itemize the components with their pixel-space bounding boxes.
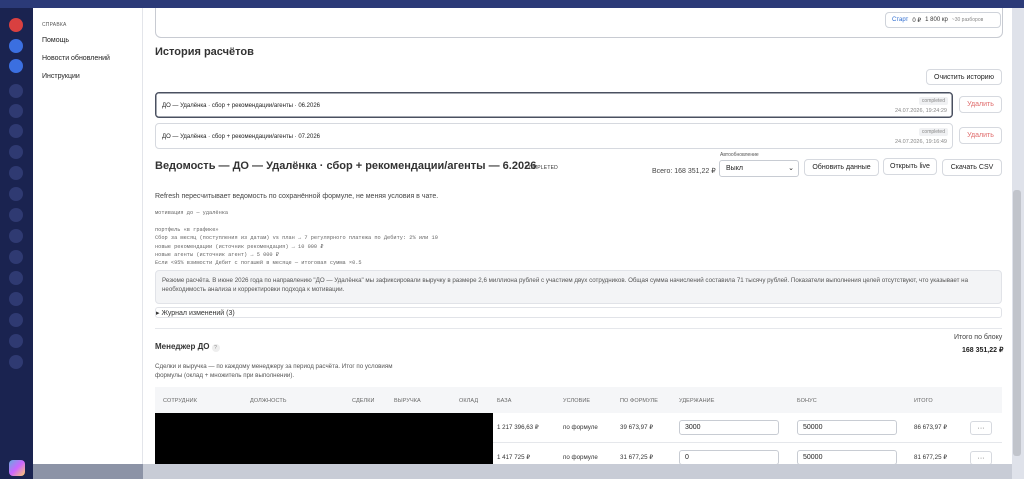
history-title: История расчётов (155, 46, 254, 58)
row-menu-button[interactable]: ··· (970, 451, 992, 464)
hold-input[interactable]: 3000 (679, 420, 779, 435)
divider (155, 328, 1002, 329)
history-item-date: 24.07.2026, 19:24:29 (895, 108, 947, 114)
ledger-title: Ведомость — ДО — Удалёнка · сбор + реком… (155, 160, 537, 172)
delete-button[interactable]: Удалить (959, 96, 1002, 113)
bottom-edge (143, 464, 1012, 479)
top-bar (0, 0, 1024, 8)
formula-line: новые агенты (источник агент) → 5 000 ₽ (155, 252, 279, 258)
cell-by-formula: 39 673,97 ₽ (620, 424, 654, 431)
ledger-status-badge: COMPLETED (525, 165, 558, 171)
bonus-input[interactable]: 50000 (797, 420, 897, 435)
formula-line: Если <95% взимости Дебит с погашей в мес… (155, 260, 362, 266)
plan-badge[interactable]: Старт 0 ₽ 1 800 кр ~30 разборов (885, 12, 1001, 28)
ledger-total: Всего: 168 351,22 ₽ (652, 168, 716, 175)
nav-icon[interactable] (9, 334, 23, 348)
cell-base: 1 417 725 ₽ (497, 454, 531, 461)
nav-icon[interactable] (9, 271, 23, 285)
formula-line: новые рекомендации (источник рекомендаци… (155, 244, 324, 250)
formula-line: портфель «в графике» (155, 227, 219, 233)
redacted-block (155, 413, 493, 464)
col-by-formula: ПО ФОРМУЛЕ (620, 398, 658, 404)
col-condition: УСЛОВИЕ (563, 398, 591, 404)
status-badge: completed (918, 128, 948, 136)
nav-icon[interactable] (9, 187, 23, 201)
col-revenue: ВЫРУЧКА (394, 398, 421, 404)
refresh-data-button[interactable]: Обновить данные (804, 159, 879, 176)
history-item[interactable]: ДО — Удалёнка · сбор + рекомендации/аген… (155, 92, 953, 118)
nav-icon[interactable] (9, 84, 23, 98)
nav-icon[interactable] (9, 292, 23, 306)
block-total-label: Итого по блоку (954, 334, 1003, 341)
nav-icon[interactable] (9, 166, 23, 180)
col-deals: СДЕЛКИ (352, 398, 375, 404)
block-total-value: 168 351,22 ₽ (962, 347, 1004, 354)
nav-icon[interactable] (9, 124, 23, 138)
help-panel: СПРАВКА Помощь Новости обновлений Инстру… (33, 8, 143, 464)
help-link-guides[interactable]: Инструкции (42, 73, 80, 80)
row-menu-button[interactable]: ··· (970, 421, 992, 435)
plan-price: 1 800 кр (925, 17, 948, 23)
plan-runs: ~30 разборов (951, 17, 984, 23)
nav-icon[interactable] (9, 208, 23, 222)
formula-line: мотивация до — удалёнка (155, 210, 229, 216)
link-icon[interactable] (9, 39, 23, 53)
open-live-button[interactable]: Открыть live (883, 158, 937, 175)
history-item[interactable]: ДО — Удалёнка · сбор + рекомендации/аген… (155, 123, 953, 149)
history-item-title: ДО — Удалёнка · сбор + рекомендации/аген… (162, 134, 321, 140)
refresh-note: Refresh пересчитывает ведомость по сохра… (155, 193, 439, 200)
app-logo-icon (9, 460, 25, 476)
clear-history-button[interactable]: Очистить историю (926, 69, 1002, 85)
block-title: Менеджер ДО? (155, 342, 220, 352)
autorefresh-value: Выкл (726, 165, 743, 172)
change-log-toggle[interactable]: ▸ Журнал изменений (3) (155, 307, 1002, 318)
top-card (155, 8, 1003, 38)
col-salary: ОКЛАД (459, 398, 479, 404)
autorefresh-select[interactable]: Выкл ⌄ (719, 160, 799, 177)
history-item-title: ДО — Удалёнка · сбор + рекомендации/аген… (162, 103, 321, 109)
plan-name: Старт (892, 17, 909, 23)
scrollbar[interactable] (1013, 190, 1021, 456)
main-panel: Старт 0 ₽ 1 800 кр ~30 разборов История … (143, 8, 1012, 464)
nav-icon[interactable] (9, 250, 23, 264)
help-link-help[interactable]: Помощь (42, 37, 69, 44)
cell-total: 81 677,25 ₽ (914, 454, 948, 461)
nav-icon[interactable] (9, 355, 23, 369)
help-icon[interactable]: ? (211, 344, 220, 352)
cell-by-formula: 31 677,25 ₽ (620, 454, 654, 461)
cell-condition: по формуле (563, 424, 598, 431)
app-left-rail (0, 8, 33, 479)
close-icon[interactable] (9, 18, 23, 32)
col-employee: СОТРУДНИК (163, 398, 198, 404)
external-icon[interactable] (9, 59, 23, 73)
status-badge: completed (918, 97, 948, 105)
col-total: ИТОГО (914, 398, 933, 404)
block-description: Сделки и выручка — по каждому менеджеру … (155, 363, 393, 379)
download-csv-button[interactable]: Скачать CSV (942, 159, 1002, 176)
col-position: ДОЛЖНОСТЬ (250, 398, 287, 404)
chevron-down-icon: ⌄ (788, 165, 794, 172)
cell-total: 86 673,97 ₽ (914, 424, 948, 431)
autorefresh-label: Автообновление (720, 152, 759, 158)
nav-icon[interactable] (9, 229, 23, 243)
calculation-summary: Резюме расчёта. В июне 2026 года по напр… (155, 270, 1002, 304)
nav-icon[interactable] (9, 313, 23, 327)
help-link-news[interactable]: Новости обновлений (42, 55, 110, 62)
plan-balance: 0 ₽ (912, 17, 922, 24)
table-header: СОТРУДНИК ДОЛЖНОСТЬ СДЕЛКИ ВЫРУЧКА ОКЛАД… (155, 387, 1002, 413)
hold-input[interactable]: 0 (679, 450, 779, 464)
formula-line: Сбор за месяц (поступления из датам) vs … (155, 235, 438, 241)
nav-icon[interactable] (9, 104, 23, 118)
help-heading: СПРАВКА (42, 22, 67, 28)
delete-button[interactable]: Удалить (959, 127, 1002, 144)
cell-condition: по формуле (563, 454, 598, 461)
col-bonus: БОНУС (797, 398, 817, 404)
col-base: БАЗА (497, 398, 512, 404)
block-title-text: Менеджер ДО (155, 342, 210, 351)
bonus-input[interactable]: 50000 (797, 450, 897, 464)
history-item-date: 24.07.2026, 19:16:49 (895, 139, 947, 145)
nav-icon[interactable] (9, 145, 23, 159)
cell-base: 1 217 396,63 ₽ (497, 424, 539, 431)
col-hold: УДЕРЖАНИЕ (679, 398, 715, 404)
